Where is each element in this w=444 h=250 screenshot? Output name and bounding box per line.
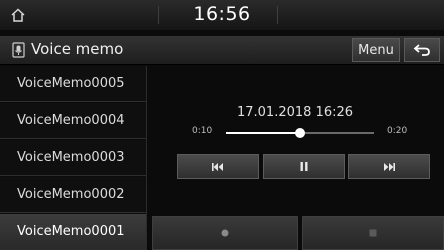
voice-memo-list: VoiceMemo0005 VoiceMemo0004 VoiceMemo000… — [0, 66, 146, 250]
next-button[interactable] — [348, 154, 430, 179]
previous-button[interactable] — [177, 154, 259, 179]
back-arrow-icon — [413, 44, 430, 56]
list-item-label: VoiceMemo0004 — [17, 113, 125, 128]
clock: 16:56 — [193, 3, 251, 25]
list-item[interactable]: VoiceMemo0004 — [0, 103, 146, 139]
menu-button[interactable]: Menu — [352, 38, 400, 62]
recording-datetime: 17.01.2018 16:26 — [236, 105, 354, 120]
stop-button[interactable] — [302, 216, 444, 250]
back-button[interactable] — [404, 38, 440, 62]
pause-button[interactable] — [263, 154, 345, 179]
list-item-label: VoiceMemo0002 — [17, 187, 125, 202]
stop-icon — [369, 229, 377, 237]
status-bar: 16:56 — [0, 0, 444, 30]
voice-memo-icon — [12, 42, 25, 58]
list-item-selected[interactable]: VoiceMemo0001 — [0, 214, 146, 250]
pause-icon — [300, 162, 308, 171]
list-item[interactable]: VoiceMemo0005 — [0, 66, 146, 102]
progress-fill — [226, 132, 300, 134]
voice-memo-screen: 16:56 Voice memo Menu VoiceMemo0005 Voic… — [0, 0, 444, 250]
page-title: Voice memo — [31, 40, 124, 58]
list-item-label: VoiceMemo0005 — [17, 76, 125, 91]
record-button[interactable] — [152, 216, 298, 250]
progress-slider[interactable] — [226, 128, 374, 138]
record-icon — [221, 229, 229, 237]
previous-icon — [212, 162, 223, 171]
progress-knob[interactable] — [295, 128, 305, 138]
elapsed-time: 0:10 — [192, 126, 213, 136]
list-item[interactable]: VoiceMemo0003 — [0, 140, 146, 176]
list-item[interactable]: VoiceMemo0002 — [0, 177, 146, 213]
list-item-label: VoiceMemo0003 — [17, 150, 125, 165]
list-item-label: VoiceMemo0001 — [17, 224, 125, 239]
total-time: 0:20 — [387, 126, 408, 136]
next-icon — [384, 162, 395, 171]
panel-divider — [146, 66, 147, 250]
